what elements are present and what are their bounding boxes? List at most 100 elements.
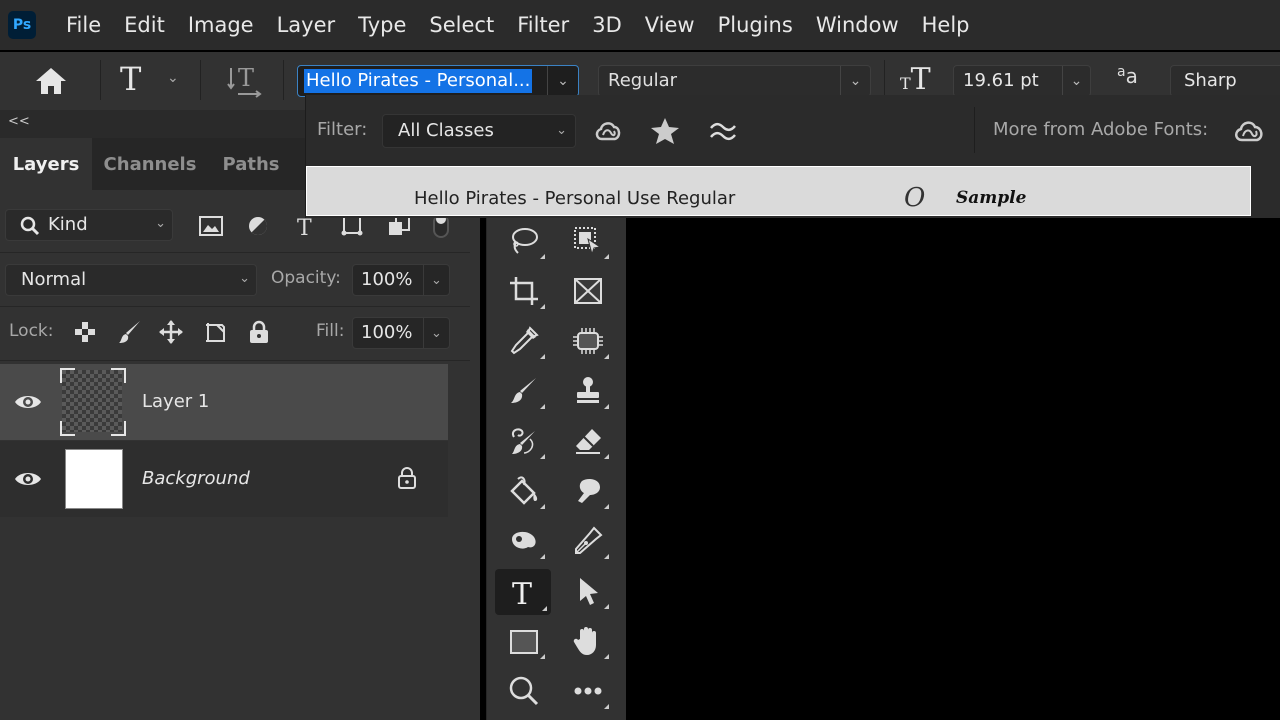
eye-icon[interactable]: [14, 392, 42, 412]
lock-image-pixels-icon[interactable]: [117, 319, 143, 345]
font-size-input[interactable]: 19.61 pt ⌄: [953, 65, 1091, 97]
font-style-select[interactable]: Regular ⌄: [598, 65, 871, 97]
menu-window[interactable]: Window: [816, 13, 899, 37]
layer-thumbnail[interactable]: [65, 449, 123, 509]
crop-tool[interactable]: [499, 269, 549, 313]
smudge-icon: [578, 479, 600, 503]
type-tool[interactable]: T: [495, 569, 551, 615]
fill-input[interactable]: 100% ⌄: [352, 317, 450, 349]
kind-filter-value: Kind: [48, 214, 88, 235]
adobe-fonts-cloud-icon[interactable]: [1231, 117, 1267, 145]
layer-row-layer-1[interactable]: Layer 1: [0, 364, 448, 440]
rectangle-icon: [510, 630, 538, 654]
opacity-value[interactable]: 100%: [361, 269, 412, 290]
divider: [0, 360, 470, 361]
eyedropper-tool[interactable]: [499, 319, 549, 363]
eye-icon[interactable]: [14, 469, 42, 489]
adjustment-layer-filter-icon[interactable]: [245, 214, 271, 238]
chevron-down-icon[interactable]: ⌄: [423, 318, 449, 348]
object-selection-icon: [574, 227, 602, 256]
lasso-tool[interactable]: [499, 219, 549, 263]
chevron-down-icon[interactable]: ⌄: [547, 66, 578, 96]
chevron-down-icon: ⌄: [155, 216, 166, 231]
submenu-indicator: [604, 554, 609, 559]
hand-icon: [573, 627, 596, 655]
lock-artboard-icon[interactable]: [202, 319, 228, 345]
home-icon[interactable]: [34, 66, 68, 96]
document-canvas[interactable]: [628, 215, 1280, 720]
paint-bucket-icon: [510, 476, 538, 505]
opacity-input[interactable]: 100% ⌄: [352, 264, 450, 296]
chevron-down-icon[interactable]: ⌄: [840, 66, 870, 96]
history-brush-tool[interactable]: [499, 419, 549, 463]
pen-tool[interactable]: [563, 519, 613, 563]
svg-text:T: T: [238, 64, 254, 92]
star-icon[interactable]: [649, 117, 681, 145]
similar-fonts-icon[interactable]: [707, 117, 739, 145]
font-size-value[interactable]: 19.61 pt: [963, 70, 1039, 91]
menu-filter[interactable]: Filter: [517, 13, 569, 37]
layer-name[interactable]: Layer 1: [142, 391, 209, 412]
creative-cloud-filter-icon[interactable]: [592, 117, 624, 145]
zoom-tool[interactable]: [499, 669, 549, 713]
font-list-item[interactable]: Hello Pirates - Personal Use Regular O S…: [306, 166, 1251, 216]
smudge-tool[interactable]: [563, 469, 613, 513]
tab-channels[interactable]: Channels: [95, 138, 205, 190]
layer-row-background[interactable]: Background: [0, 441, 448, 517]
lock-transparent-pixels-icon[interactable]: [72, 319, 98, 345]
menu-3d[interactable]: 3D: [592, 13, 622, 37]
text-orientation-icon[interactable]: T: [226, 62, 266, 98]
menu-file[interactable]: File: [66, 13, 101, 37]
eraser-tool[interactable]: [563, 419, 613, 463]
font-style-value: Regular: [608, 70, 678, 91]
font-family-value[interactable]: Hello Pirates - Personal...: [304, 69, 533, 93]
menu-plugins[interactable]: Plugins: [718, 13, 793, 37]
menu-edit[interactable]: Edit: [124, 13, 165, 37]
divider: [884, 60, 885, 100]
collapse-panel-button[interactable]: <<: [8, 114, 30, 129]
menu-select[interactable]: Select: [429, 13, 494, 37]
tab-paths[interactable]: Paths: [210, 138, 292, 190]
brush-tool[interactable]: [499, 369, 549, 413]
object-selection-tool[interactable]: [563, 219, 613, 263]
layer-kind-filter[interactable]: Kind ⌄: [5, 209, 173, 241]
font-family-input[interactable]: Hello Pirates - Personal... ⌄: [297, 65, 579, 97]
submenu-indicator: [540, 454, 545, 459]
lock-all-icon[interactable]: [246, 319, 272, 345]
chevron-down-icon[interactable]: ⌄: [1062, 66, 1090, 96]
chevron-down-icon: ⌄: [556, 123, 567, 138]
brush-icon: [511, 378, 536, 403]
antialias-select[interactable]: Sharp: [1170, 65, 1280, 97]
submenu-indicator: [540, 304, 545, 309]
submenu-indicator: [604, 354, 609, 359]
menu-help[interactable]: Help: [922, 13, 970, 37]
frame-tool[interactable]: [563, 269, 613, 313]
menu-layer[interactable]: Layer: [277, 13, 336, 37]
tab-layers[interactable]: Layers: [0, 138, 92, 190]
chevron-down-icon[interactable]: ⌄: [423, 265, 449, 295]
divider: [0, 306, 470, 307]
lock-position-icon[interactable]: [158, 319, 184, 345]
more-tools-button[interactable]: [563, 669, 613, 713]
menu-type[interactable]: Type: [358, 13, 406, 37]
dodge-tool[interactable]: [499, 519, 549, 563]
menu-image[interactable]: Image: [188, 13, 254, 37]
pixel-layer-filter-icon[interactable]: [198, 214, 224, 238]
spot-healing-tool[interactable]: [563, 319, 613, 363]
paint-bucket-tool[interactable]: [499, 469, 549, 513]
path-selection-tool[interactable]: [563, 569, 613, 613]
menu-view[interactable]: View: [645, 13, 695, 37]
antialias-value: Sharp: [1184, 70, 1237, 91]
blend-mode-select[interactable]: Normal ⌄: [5, 264, 257, 296]
fill-value[interactable]: 100%: [361, 322, 412, 343]
type-tool-preset-icon[interactable]: T: [120, 60, 141, 98]
chevron-down-icon[interactable]: ⌄: [167, 70, 179, 86]
search-icon: [20, 216, 40, 236]
hand-tool[interactable]: [563, 619, 613, 663]
pen-icon: [575, 526, 603, 554]
rectangle-tool[interactable]: [499, 619, 549, 663]
layer-name[interactable]: Background: [142, 468, 250, 489]
submenu-indicator: [542, 606, 547, 611]
font-class-filter-select[interactable]: All Classes ⌄: [382, 114, 576, 148]
clone-stamp-tool[interactable]: [563, 369, 613, 413]
